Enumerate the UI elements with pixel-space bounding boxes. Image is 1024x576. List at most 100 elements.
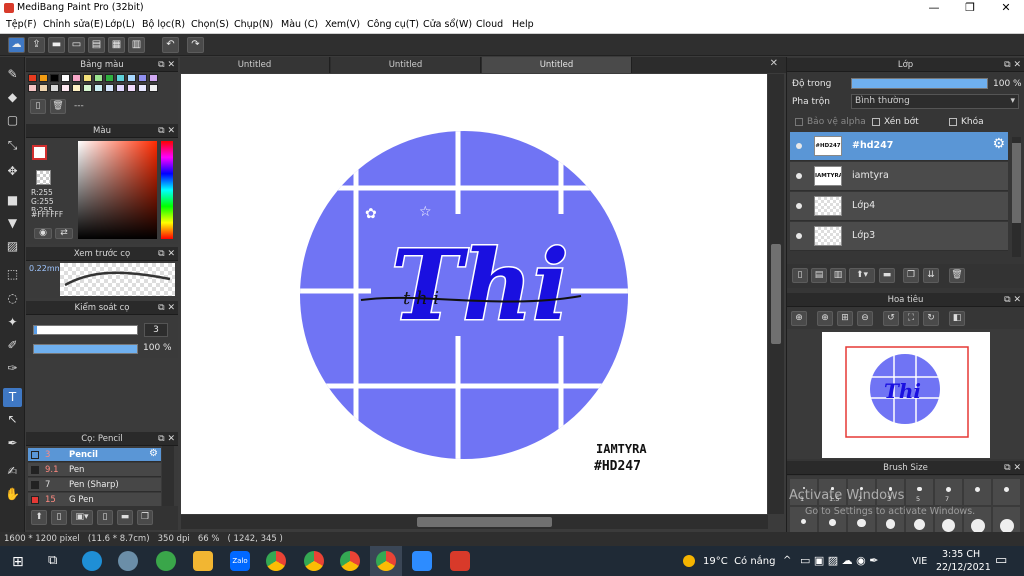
chrome-icon[interactable] bbox=[304, 551, 324, 571]
menu-cloud[interactable]: Cloud bbox=[476, 19, 503, 30]
brush-size-preset[interactable] bbox=[964, 479, 991, 505]
swatch[interactable] bbox=[105, 84, 114, 92]
operation-tool-icon[interactable]: ↖ bbox=[3, 410, 22, 429]
visibility-icon[interactable] bbox=[796, 143, 802, 149]
hand-tool-icon[interactable]: ✋ bbox=[3, 485, 22, 504]
swatch[interactable] bbox=[83, 84, 92, 92]
clock-time[interactable]: 3:35 CH bbox=[942, 549, 980, 560]
swatch[interactable] bbox=[149, 84, 158, 92]
add-brush-icon[interactable]: ⬆ bbox=[31, 510, 47, 525]
zoom-out-icon[interactable]: ⊖ bbox=[857, 311, 873, 326]
grid-icon[interactable]: ▦ bbox=[108, 37, 125, 53]
brush-menu-icon[interactable]: ▣▾ bbox=[71, 510, 93, 525]
layer-row[interactable]: Lớp4 bbox=[790, 192, 1008, 221]
color-mode-button[interactable]: ◉ bbox=[34, 228, 52, 239]
tab-untitled-1[interactable]: Untitled bbox=[180, 57, 330, 73]
zoom-in-icon[interactable]: ⊕ bbox=[817, 311, 833, 326]
vertical-scroll-thumb[interactable] bbox=[771, 244, 781, 344]
panel-close-icon[interactable]: ⧉ ✕ bbox=[158, 124, 175, 138]
brush-folder-icon[interactable]: ▬ bbox=[117, 510, 133, 525]
tab-untitled-3[interactable]: Untitled bbox=[482, 57, 632, 73]
windows-start-icon[interactable]: ⊞ bbox=[12, 554, 24, 570]
saturation-value-picker[interactable] bbox=[78, 141, 157, 239]
undo-button[interactable]: ↶ bbox=[162, 37, 179, 53]
rotate-right-icon[interactable]: ↻ bbox=[923, 311, 939, 326]
gear-icon[interactable]: ⚙ bbox=[149, 448, 158, 459]
zalo-icon[interactable]: Zalo bbox=[230, 551, 250, 571]
swatch[interactable] bbox=[127, 74, 136, 82]
gear-icon[interactable]: ⚙ bbox=[992, 136, 1005, 152]
language-indicator[interactable]: VIE bbox=[912, 556, 927, 567]
panel-close-icon[interactable]: ⧉ ✕ bbox=[158, 301, 175, 315]
zoom-in-icon[interactable]: ⊕ bbox=[791, 311, 807, 326]
brush-list-item[interactable]: 3 Pencil ⚙ bbox=[28, 448, 161, 462]
swatch[interactable] bbox=[105, 74, 114, 82]
clock-date[interactable]: 22/12/2021 bbox=[936, 562, 991, 573]
weather-text[interactable]: 19°C Có nắng bbox=[703, 556, 776, 567]
tab-close-icon[interactable]: ✕ bbox=[770, 58, 778, 69]
rotate-left-icon[interactable]: ↺ bbox=[883, 311, 899, 326]
brush-list-item[interactable]: 15 G Pen bbox=[28, 493, 161, 507]
chevron-up-icon[interactable]: ^ bbox=[783, 555, 791, 566]
panel-close-icon[interactable]: ⧉ ✕ bbox=[1004, 461, 1021, 475]
menu-filter[interactable]: Bộ lọc(R) bbox=[142, 19, 185, 30]
comment-icon[interactable]: ▬ bbox=[48, 37, 65, 53]
hue-slider[interactable] bbox=[161, 141, 173, 239]
protect-alpha-checkbox[interactable]: Bảo vệ alpha bbox=[795, 117, 866, 127]
share-icon[interactable]: ⇪ bbox=[28, 37, 45, 53]
visibility-icon[interactable] bbox=[796, 173, 802, 179]
select-eraser-tool-icon[interactable]: ✑ bbox=[3, 359, 22, 378]
file-explorer-icon[interactable] bbox=[193, 551, 213, 571]
menu-select[interactable]: Chọn(S) bbox=[191, 19, 229, 30]
new-halftone-layer-icon[interactable]: ▥ bbox=[830, 268, 846, 283]
zoom-app-icon[interactable] bbox=[412, 551, 432, 571]
flip-icon[interactable]: ◧ bbox=[949, 311, 965, 326]
fit-icon[interactable]: ⊞ bbox=[837, 311, 853, 326]
primary-color-swatch[interactable] bbox=[32, 145, 47, 160]
brush-list-item[interactable]: 7 Pen (Sharp) bbox=[28, 478, 161, 492]
chrome-icon[interactable] bbox=[340, 551, 360, 571]
visibility-icon[interactable] bbox=[796, 233, 802, 239]
duplicate-layer-icon[interactable]: ❐ bbox=[903, 268, 919, 283]
new-layer-icon[interactable]: ▯ bbox=[792, 268, 808, 283]
brush-size-preset[interactable]: 7 bbox=[935, 479, 962, 505]
menu-view[interactable]: Xem(V) bbox=[325, 19, 360, 30]
app-icon[interactable] bbox=[156, 551, 176, 571]
swatch[interactable] bbox=[39, 84, 48, 92]
swatch[interactable] bbox=[116, 84, 125, 92]
delete-layer-icon[interactable]: 🗑 bbox=[949, 268, 965, 283]
menu-help[interactable]: Help bbox=[512, 19, 534, 30]
notification-icon[interactable]: ▭ bbox=[995, 553, 1007, 568]
task-view-icon[interactable]: ⧉ bbox=[48, 553, 57, 568]
brush-copy-icon[interactable]: ▯ bbox=[97, 510, 113, 525]
horizontal-scroll-thumb[interactable] bbox=[417, 517, 552, 527]
gradient-tool-icon[interactable]: ▨ bbox=[3, 237, 22, 256]
layout-icon[interactable]: ▥ bbox=[128, 37, 145, 53]
brush-list-scrollbar[interactable] bbox=[162, 446, 174, 506]
brush-size-slider[interactable] bbox=[33, 325, 138, 335]
layer-list-scrollbar[interactable] bbox=[1012, 137, 1021, 257]
document-icon[interactable]: ▤ bbox=[88, 37, 105, 53]
canvas-horizontal-scrollbar[interactable] bbox=[181, 515, 768, 529]
swatch[interactable] bbox=[83, 74, 92, 82]
menu-window[interactable]: Cửa sổ(W) bbox=[423, 19, 472, 30]
layer-opacity-slider[interactable] bbox=[851, 78, 988, 89]
brush-size-preset[interactable] bbox=[993, 479, 1020, 505]
swatch[interactable] bbox=[28, 74, 37, 82]
menu-file[interactable]: Tệp(F) bbox=[6, 19, 37, 30]
clipping-checkbox[interactable]: Xén bớt bbox=[872, 117, 919, 127]
swatch[interactable] bbox=[149, 74, 158, 82]
edge-icon[interactable] bbox=[82, 551, 102, 571]
menu-color[interactable]: Màu (C) bbox=[281, 19, 318, 30]
lock-checkbox[interactable]: Khóa bbox=[949, 117, 984, 127]
brush-size-preset[interactable] bbox=[993, 507, 1020, 532]
color-swap-button[interactable]: ⇄ bbox=[55, 228, 73, 239]
secondary-color-swatch[interactable] bbox=[36, 170, 51, 185]
panel-close-icon[interactable]: ⧉ ✕ bbox=[158, 432, 175, 446]
text-tool-icon[interactable]: T bbox=[3, 388, 22, 407]
brush-duplicate-icon[interactable]: ❐ bbox=[137, 510, 153, 525]
chrome-icon[interactable] bbox=[266, 551, 286, 571]
bucket-tool-icon[interactable]: ▼ bbox=[3, 214, 22, 233]
new-brush-icon[interactable]: ▯ bbox=[51, 510, 67, 525]
move-tool-icon[interactable]: ✥ bbox=[3, 162, 22, 181]
